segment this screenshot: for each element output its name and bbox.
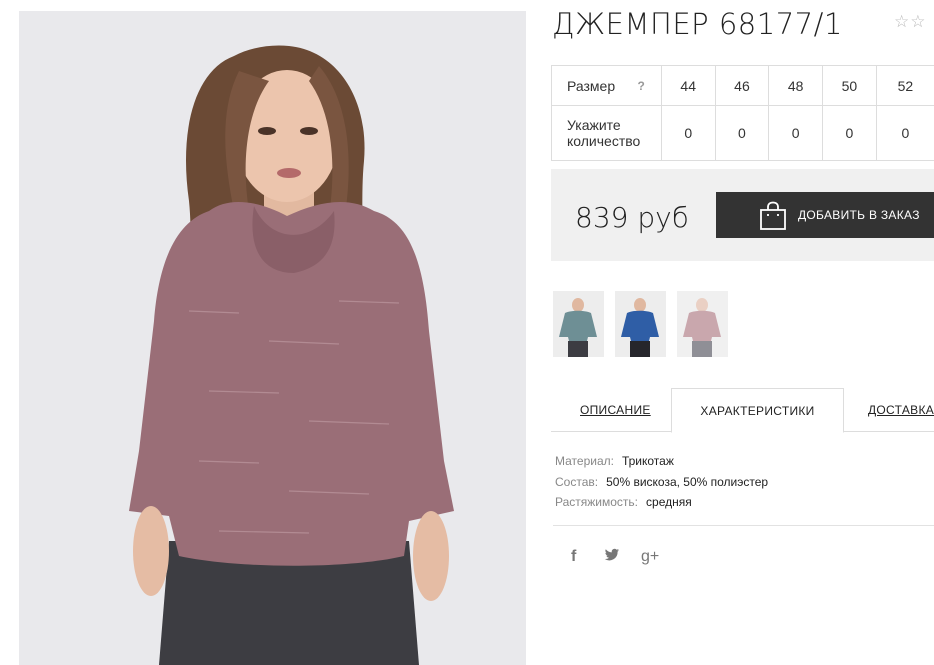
thumbnail-teal-image bbox=[553, 291, 604, 357]
price-value: 839 руб bbox=[575, 201, 689, 234]
spec-row-stretch: Растяжимость: средняя bbox=[555, 492, 768, 513]
size-label-cell: Размер ? bbox=[551, 65, 662, 106]
section-divider bbox=[553, 525, 934, 526]
price-panel: 839 руб ДОБАВИТЬ В ЗАКАЗ bbox=[551, 169, 934, 261]
google-plus-icon[interactable]: g+ bbox=[641, 548, 659, 566]
spec-row-composition: Состав: 50% вискоза, 50% полиэстер bbox=[555, 472, 768, 493]
product-title: ДЖЕМПЕР 68177/1 bbox=[552, 7, 843, 41]
spec-value: средняя bbox=[646, 495, 692, 509]
shopping-bag-icon bbox=[760, 201, 786, 230]
thumbnail-teal[interactable] bbox=[553, 291, 604, 357]
quantity-input-46[interactable]: 0 bbox=[714, 105, 770, 161]
product-main-image[interactable] bbox=[19, 11, 526, 665]
twitter-icon[interactable] bbox=[604, 548, 620, 567]
size-48: 48 bbox=[768, 65, 824, 106]
characteristics-list: Материал: Трикотаж Состав: 50% вискоза, 50… bbox=[555, 451, 768, 513]
size-row: Размер ? 44 46 48 50 52 bbox=[551, 65, 934, 106]
quantity-input-52[interactable]: 0 bbox=[875, 105, 934, 161]
facebook-icon[interactable]: f bbox=[571, 548, 576, 566]
thumbnail-pink[interactable] bbox=[677, 291, 728, 357]
tab-characteristics[interactable]: ХАРАКТЕРИСТИКИ bbox=[671, 388, 844, 433]
tab-description[interactable]: ОПИСАНИЕ bbox=[580, 388, 651, 432]
spec-row-material: Материал: Трикотаж bbox=[555, 451, 768, 472]
product-tabs: ОПИСАНИЕ ХАРАКТЕРИСТИКИ ДОСТАВКА bbox=[551, 388, 934, 433]
spec-value: Трикотаж bbox=[621, 454, 674, 468]
model-photo-illustration bbox=[19, 11, 526, 665]
size-label: Размер bbox=[567, 77, 616, 94]
size-46: 46 bbox=[714, 65, 770, 106]
add-to-order-button[interactable]: ДОБАВИТЬ В ЗАКАЗ bbox=[716, 192, 934, 238]
rating-stars-icon[interactable]: ☆☆ bbox=[894, 12, 926, 32]
spec-label: Состав: bbox=[555, 474, 599, 489]
size-44: 44 bbox=[660, 65, 716, 106]
size-52: 52 bbox=[875, 65, 934, 106]
spec-label: Материал: bbox=[555, 454, 614, 468]
add-to-order-label: ДОБАВИТЬ В ЗАКАЗ bbox=[798, 208, 920, 222]
spec-label: Растяжимость: bbox=[555, 495, 639, 509]
quantity-input-48[interactable]: 0 bbox=[768, 105, 824, 161]
size-help-icon[interactable]: ? bbox=[638, 78, 645, 94]
thumbnail-blue-image bbox=[615, 291, 666, 357]
twitter-bird-glyph bbox=[604, 548, 619, 561]
spec-value: 50% вискоза, 50% полиэстер bbox=[606, 474, 769, 489]
quantity-label: Укажите количество bbox=[551, 105, 662, 161]
thumbnail-blue[interactable] bbox=[615, 291, 666, 357]
quantity-input-44[interactable]: 0 bbox=[660, 105, 716, 161]
size-50: 50 bbox=[822, 65, 877, 106]
quantity-row: Укажите количество 0 0 0 0 0 bbox=[551, 105, 934, 161]
tab-delivery[interactable]: ДОСТАВКА bbox=[868, 388, 934, 432]
quantity-input-50[interactable]: 0 bbox=[822, 105, 877, 161]
size-quantity-table: Размер ? 44 46 48 50 52 Укажите количест… bbox=[551, 65, 934, 161]
thumbnail-pink-image bbox=[677, 291, 728, 357]
